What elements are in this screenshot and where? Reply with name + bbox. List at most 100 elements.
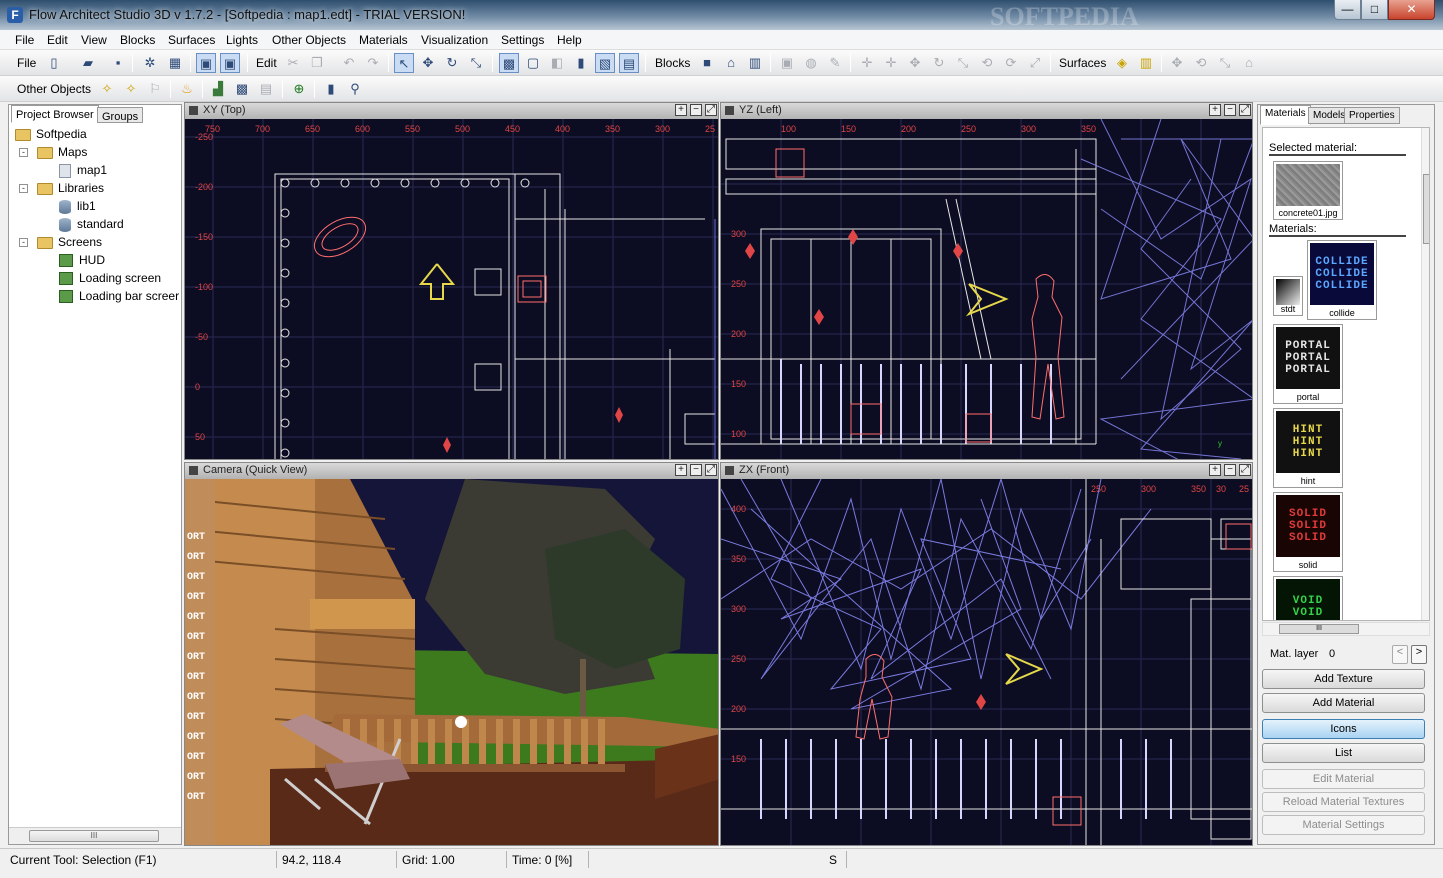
material-settings-button[interactable]: Material Settings <box>1262 815 1425 835</box>
camera-3d-view[interactable]: ORT ORT ORT ORT ORT ORT ORT ORT ORT ORT ORT ORT ORT O… <box>185 479 718 845</box>
block-tool-1-icon[interactable]: ▣ <box>777 53 797 73</box>
tree-node-lib1[interactable]: lib1 <box>59 199 96 217</box>
film-icon[interactable]: ▮ <box>321 79 341 99</box>
mat-layer-next-button[interactable]: > <box>1411 645 1427 664</box>
tree-node-loading-bar-screen[interactable]: Loading bar screer <box>59 289 179 307</box>
viewport-zx-canvas[interactable]: 250 300 350 30 25 400 350 300 250 200 150 <box>721 477 1252 845</box>
viewport-menu-icon[interactable] <box>189 106 198 115</box>
render-solid-icon[interactable]: ▤ <box>619 53 639 73</box>
material-hint[interactable]: HINT HINT HINT hint <box>1273 408 1343 488</box>
materials-horizontal-scrollbar[interactable]: III <box>1262 622 1430 636</box>
menu-view[interactable]: View <box>81 33 107 47</box>
block-multi-icon[interactable]: ▥ <box>745 53 765 73</box>
block-tool-3-icon[interactable]: ✎ <box>825 53 845 73</box>
vertex-tool-5-icon[interactable]: ⤡ <box>953 53 973 73</box>
selected-material-thumb[interactable]: concrete01.jpg <box>1273 161 1343 220</box>
select-arrow-icon[interactable]: ↖ <box>394 53 414 73</box>
zoom-out-button[interactable]: − <box>1224 104 1236 116</box>
light-icon[interactable]: ✧ <box>97 79 117 99</box>
icons-view-button[interactable]: Icons <box>1262 719 1425 739</box>
block-cube-icon[interactable]: ■ <box>697 53 717 73</box>
collapse-icon[interactable]: - <box>19 238 28 247</box>
scale-icon[interactable]: ⤡ <box>466 53 486 73</box>
material-collide[interactable]: COLLIDE COLLIDE COLLIDE collide <box>1307 240 1377 320</box>
frame-icon[interactable]: ▢ <box>523 53 543 73</box>
tree-node-loading-screen[interactable]: Loading screen <box>59 271 161 289</box>
zoom-out-button[interactable]: − <box>690 104 702 116</box>
vertex-tool-3-icon[interactable]: ✥ <box>905 53 925 73</box>
viewport-menu-icon[interactable] <box>725 106 734 115</box>
menu-help[interactable]: Help <box>557 33 582 47</box>
model-icon[interactable]: ▟ <box>208 79 228 99</box>
surface-tool-1-icon[interactable]: ✥ <box>1167 53 1187 73</box>
material-void[interactable]: VOID VOID <box>1273 576 1343 620</box>
viewport-xy-canvas[interactable]: 750 700 650 600 550 500 450 400 350 300 25 -250 -20… <box>185 119 718 459</box>
checker-icon[interactable]: ▩ <box>232 79 252 99</box>
view-single-icon[interactable]: ▣ <box>196 53 216 73</box>
add-texture-button[interactable]: Add Texture <box>1262 669 1425 689</box>
menu-lights[interactable]: Lights <box>226 33 258 47</box>
sign-icon[interactable]: ⚐ <box>145 79 165 99</box>
viewport-menu-icon[interactable] <box>725 466 734 475</box>
fire-icon[interactable]: ♨ <box>177 79 197 99</box>
close-button[interactable]: ✕ <box>1388 0 1435 20</box>
block-arch-icon[interactable]: ⌂ <box>721 53 741 73</box>
move-icon[interactable]: ✥ <box>418 53 438 73</box>
reload-material-textures-button[interactable]: Reload Material Textures <box>1262 792 1425 812</box>
list-view-button[interactable]: List <box>1262 743 1425 763</box>
surface-tool-2-icon[interactable]: ⟲ <box>1191 53 1211 73</box>
edit-material-button[interactable]: Edit Material <box>1262 769 1425 789</box>
zoom-out-button[interactable]: − <box>1224 464 1236 476</box>
copy-icon[interactable]: ❐ <box>307 53 327 73</box>
undo-icon[interactable]: ↶ <box>339 53 359 73</box>
menu-settings[interactable]: Settings <box>501 33 544 47</box>
tree-node-libraries[interactable]: - Libraries <box>19 181 104 199</box>
camera-object-icon[interactable]: ▤ <box>256 79 276 99</box>
scroll-thumb[interactable]: III <box>29 830 159 842</box>
vertex-tool-4-icon[interactable]: ↻ <box>929 53 949 73</box>
surface-tool-3-icon[interactable]: ⤡ <box>1215 53 1235 73</box>
tab-properties[interactable]: Properties <box>1344 107 1400 124</box>
surface-diamond-icon[interactable]: ◈ <box>1112 53 1132 73</box>
viewport-yz-left[interactable]: YZ (Left) + − ⤢ 100 150 200 250 300 350 300 25… <box>720 102 1253 460</box>
tab-project-browser[interactable]: Project Browser <box>11 105 99 123</box>
maximize-viewport-button[interactable]: ⤢ <box>1239 464 1251 476</box>
menu-file[interactable]: File <box>15 33 34 47</box>
mat-layer-prev-button[interactable]: < <box>1392 645 1408 664</box>
viewport-camera[interactable]: Camera (Quick View) + − ⤢ ORT ORT ORT ORT OR… <box>184 462 719 846</box>
open-folder-icon[interactable]: ▰ <box>78 53 98 73</box>
menu-materials[interactable]: Materials <box>359 33 408 47</box>
material-portal[interactable]: PORTAL PORTAL PORTAL portal <box>1273 324 1343 404</box>
viewport-menu-icon[interactable] <box>189 466 198 475</box>
viewport-yz-canvas[interactable]: 100 150 200 250 300 350 300 250 200 150 100 <box>721 118 1252 459</box>
zoom-in-button[interactable]: + <box>1209 104 1221 116</box>
surface-cylinder-icon[interactable]: ▥ <box>1136 53 1156 73</box>
render-wire-icon[interactable]: ▧ <box>595 53 615 73</box>
tree-node-maps[interactable]: - Maps <box>19 145 87 163</box>
ruler-icon[interactable]: ▮ <box>571 53 591 73</box>
tree-node-standard[interactable]: standard <box>59 217 124 235</box>
tab-materials[interactable]: Materials <box>1260 105 1311 125</box>
zoom-in-button[interactable]: + <box>675 104 687 116</box>
materials-vertical-scrollbar[interactable] <box>1421 128 1429 620</box>
cut-icon[interactable]: ✂ <box>283 53 303 73</box>
tree-node-map1[interactable]: map1 <box>59 163 107 181</box>
target-icon[interactable]: ⊕ <box>289 79 309 99</box>
menu-other-objects[interactable]: Other Objects <box>272 33 346 47</box>
zoom-in-button[interactable]: + <box>675 464 687 476</box>
tree-node-screens[interactable]: - Screens <box>19 235 102 253</box>
maximize-viewport-button[interactable]: ⤢ <box>1239 104 1251 116</box>
menu-surfaces[interactable]: Surfaces <box>168 33 215 47</box>
grid-table-icon[interactable]: ▦ <box>165 53 185 73</box>
material-stdt[interactable]: stdt <box>1273 276 1303 316</box>
menu-edit[interactable]: Edit <box>47 33 68 47</box>
surface-tool-4-icon[interactable]: ⌂ <box>1239 53 1259 73</box>
tree-node-hud[interactable]: HUD <box>59 253 105 271</box>
tree-node-softpedia[interactable]: Softpedia <box>15 127 87 145</box>
vertex-tool-2-icon[interactable]: ✛ <box>881 53 901 73</box>
redo-icon[interactable]: ↷ <box>363 53 383 73</box>
menu-blocks[interactable]: Blocks <box>120 33 155 47</box>
player-start-icon[interactable]: ⚲ <box>345 79 365 99</box>
view-quad-icon[interactable]: ▣ <box>220 53 240 73</box>
viewport-zx-front[interactable]: ZX (Front) + − ⤢ 250 300 350 30 25 400 350 300… <box>720 462 1253 846</box>
